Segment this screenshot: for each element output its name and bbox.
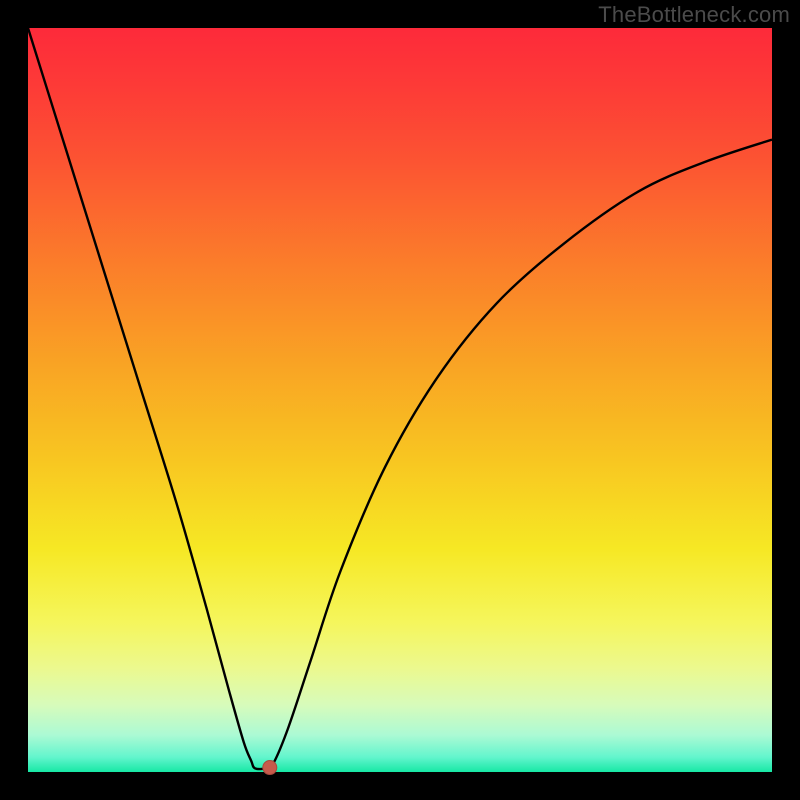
watermark-text: TheBottleneck.com (598, 2, 790, 28)
bottleneck-curve (28, 28, 772, 769)
chart-frame: TheBottleneck.com (0, 0, 800, 800)
plot-area (28, 28, 772, 772)
optimum-marker (263, 761, 277, 775)
curve-svg (28, 28, 772, 772)
